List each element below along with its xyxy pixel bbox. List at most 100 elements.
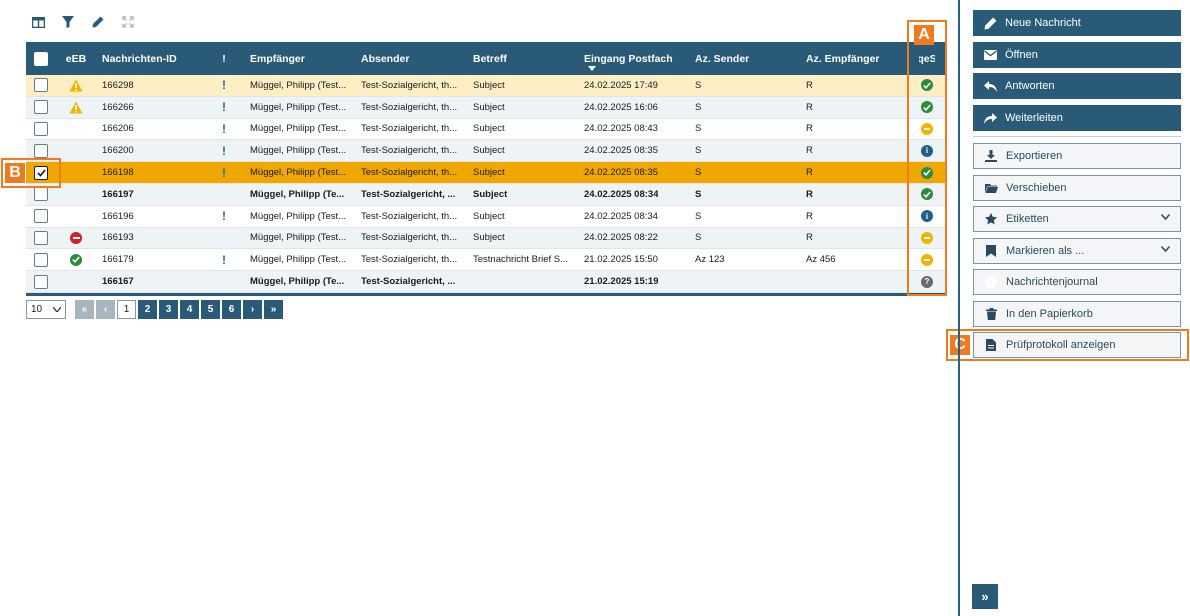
subject: Subject [473, 145, 505, 157]
header-az-sender[interactable]: Az. Sender [695, 42, 749, 75]
sender: Test-Sozialgericht, ... [361, 276, 456, 288]
row-checkbox[interactable] [34, 75, 48, 96]
header-sender[interactable]: Absender [361, 42, 465, 75]
action-label: Prüfprotokoll anzeigen [1006, 339, 1116, 351]
sender: Test-Sozialgericht, th... [361, 210, 458, 222]
check-circle-icon [66, 249, 86, 270]
received-date: 24.02.2025 16:06 [584, 101, 658, 113]
received-date: 21.02.2025 15:19 [584, 276, 659, 288]
page-button-1[interactable]: 1 [117, 300, 136, 319]
in-den-papierkorb-button[interactable]: In den Papierkorb [973, 301, 1181, 327]
weiterleiten-button[interactable]: Weiterleiten [973, 105, 1181, 131]
action-label: Weiterleiten [1005, 112, 1063, 124]
markieren-als-button[interactable]: Markieren als ... [973, 238, 1181, 264]
priority-icon: ! [222, 252, 226, 267]
prüfprotokoll-anzeigen-button[interactable]: Prüfprotokoll anzeigen [973, 332, 1181, 358]
az-sender: S [695, 145, 702, 157]
select-all-checkbox[interactable] [34, 42, 48, 75]
columns-icon[interactable] [30, 14, 46, 30]
priority-icon: ! [222, 121, 226, 136]
received-date: 24.02.2025 08:34 [584, 210, 658, 222]
az-recipient: R [806, 210, 813, 222]
recipient: Müggel, Philipp (Test... [250, 167, 347, 179]
row-checkbox[interactable] [34, 228, 48, 249]
row-checkbox[interactable] [34, 271, 48, 292]
table-row[interactable]: 166197 Müggel, Philipp (Te... Test-Sozialg… [26, 183, 946, 206]
filter-icon[interactable] [60, 14, 76, 30]
row-checkbox[interactable] [34, 119, 48, 140]
row-checkbox[interactable] [34, 249, 48, 270]
table-row[interactable]: 166298! Müggel, Philipp (Test... Test-Sozi… [26, 75, 946, 97]
header-recipient[interactable]: Empfänger [250, 42, 354, 75]
az-sender: S [695, 232, 702, 244]
sender: Test-Sozialgericht, th... [361, 79, 458, 91]
priority-icon [220, 228, 228, 249]
subject: Subject [473, 123, 505, 135]
antworten-button[interactable]: Antworten [973, 73, 1181, 99]
subject [473, 271, 573, 292]
page-button-4[interactable]: 4 [180, 300, 199, 319]
message-id: 166198 [102, 167, 134, 179]
priority-icon: ! [222, 100, 226, 115]
document-icon [984, 338, 998, 352]
page-button-2[interactable]: 2 [138, 300, 157, 319]
table-row[interactable]: 166179! Müggel, Philipp (Test... Test-Sozi… [26, 249, 946, 272]
received-date: 21.02.2025 15:50 [584, 254, 658, 266]
page-button-3[interactable]: 3 [159, 300, 178, 319]
verschieben-button[interactable]: Verschieben [973, 175, 1181, 201]
collapse-panel-button[interactable]: » [972, 584, 998, 609]
pen-icon[interactable] [90, 14, 106, 30]
expand-icon[interactable] [120, 14, 136, 30]
row-checkbox[interactable] [34, 97, 48, 118]
received-date: 24.02.2025 08:43 [584, 123, 658, 135]
table-row[interactable]: 166193 Müggel, Philipp (Test... Test-Sozia… [26, 227, 946, 250]
chevron-down-icon [53, 307, 61, 312]
table-toolbar [30, 14, 136, 30]
last-page-button[interactable]: » [264, 300, 283, 319]
table-row[interactable]: 166167 Müggel, Philipp (Te... Test-Sozialg… [26, 271, 946, 293]
action-label: Neue Nachricht [1005, 17, 1081, 29]
priority-icon: ! [222, 78, 226, 93]
table-row[interactable]: 166198! Müggel, Philipp (Test... Test-Sozi… [26, 162, 946, 184]
recipient: Müggel, Philipp (Test... [250, 232, 347, 244]
priority-icon: ! [222, 165, 226, 180]
etiketten-button[interactable]: Etiketten [973, 206, 1181, 232]
header-message-id[interactable]: Nachrichten-ID [102, 42, 177, 75]
az-sender: S [695, 210, 702, 222]
az-recipient: R [806, 145, 813, 157]
az-sender: S [695, 101, 702, 113]
neue-nachricht-button[interactable]: Neue Nachricht [973, 10, 1181, 36]
recipient: Müggel, Philipp (Te... [250, 276, 345, 288]
next-page-button[interactable]: › [243, 300, 262, 319]
received-date: 24.02.2025 08:22 [584, 232, 658, 244]
action-label: Öffnen [1005, 49, 1038, 61]
table-row[interactable]: 166266! Müggel, Philipp (Test... Test-Sozi… [26, 96, 946, 119]
prev-page-button[interactable]: ‹ [96, 300, 115, 319]
message-id: 166193 [102, 232, 134, 244]
table-row[interactable]: 166200! Müggel, Philipp (Test... Test-Sozi… [26, 140, 946, 163]
chevron-down-icon [1161, 246, 1170, 252]
header-subject[interactable]: Betreff [473, 42, 573, 75]
header-eeb[interactable]: eEB [66, 42, 86, 75]
message-id: 166266 [102, 101, 134, 113]
header-az-recipient[interactable]: Az. Empfänger [806, 42, 880, 75]
action-label: Exportieren [1006, 150, 1063, 162]
exportieren-button[interactable]: Exportieren [973, 143, 1181, 169]
table-row[interactable]: 166196! Müggel, Philipp (Test... Test-Sozi… [26, 205, 946, 228]
page-size-select[interactable]: 10 [26, 300, 66, 319]
recipient: Müggel, Philipp (Te... [250, 188, 345, 200]
table-row[interactable]: 166206! Müggel, Philipp (Test... Test-Sozi… [26, 118, 946, 141]
page-size-value: 10 [31, 304, 43, 315]
nachrichtenjournal-button[interactable]: i Nachrichtenjournal [973, 269, 1181, 295]
row-checkbox[interactable] [34, 206, 48, 227]
header-received[interactable]: Eingang Postfach [584, 42, 673, 75]
subject: Subject [473, 79, 505, 91]
header-priority[interactable]: ! [220, 42, 228, 75]
page-button-5[interactable]: 5 [201, 300, 220, 319]
öffnen-button[interactable]: Öffnen [973, 42, 1181, 68]
page-button-6[interactable]: 6 [222, 300, 241, 319]
bookmark-icon [984, 244, 998, 258]
first-page-button[interactable]: « [75, 300, 94, 319]
warning-triangle-icon [66, 75, 86, 96]
envelope-icon [983, 48, 997, 62]
